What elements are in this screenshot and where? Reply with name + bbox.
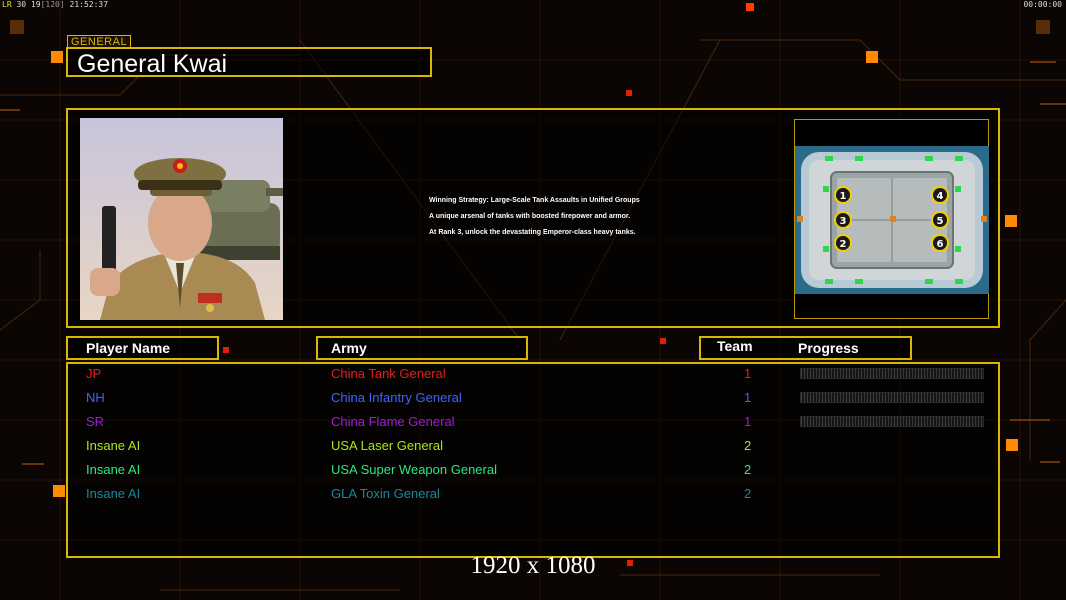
decor-square — [223, 347, 229, 353]
frame-value: 19 — [30, 0, 41, 9]
player-name-header: Player Name — [66, 336, 219, 360]
player-team: 2 — [744, 486, 752, 501]
general-name: General Kwai — [66, 47, 432, 78]
fps-value: 30 — [16, 0, 27, 9]
player-name: SR — [86, 414, 105, 429]
player-team: 2 — [744, 462, 752, 477]
player-army: China Infantry General — [331, 390, 462, 405]
svg-text:5: 5 — [937, 216, 944, 227]
team-header-label: Team — [717, 338, 753, 354]
army-header-label: Army — [331, 340, 367, 356]
player-team: 1 — [744, 390, 752, 405]
player-army: USA Laser General — [331, 438, 444, 453]
player-army: China Tank General — [331, 366, 446, 381]
strategy-line: Winning Strategy: Large-Scale Tank Assau… — [429, 197, 640, 204]
decor-square — [660, 338, 666, 344]
game-timer: 00:00:00 — [1023, 0, 1062, 9]
player-name: Insane AI — [86, 462, 141, 477]
decor-square — [1005, 215, 1017, 227]
player-team: 1 — [744, 366, 752, 381]
player-name-header-label: Player Name — [86, 340, 171, 356]
player-team: 1 — [744, 414, 752, 429]
player-row[interactable]: Insane AI GLA Toxin General 2 — [0, 486, 1066, 506]
svg-text:4: 4 — [937, 191, 944, 202]
strategy-line: At Rank 3, unlock the devastating Empero… — [429, 229, 636, 236]
player-row[interactable]: SR China Flame General 1 — [0, 414, 1066, 434]
loading-progress-bar — [800, 368, 984, 379]
player-army: USA Super Weapon General — [331, 462, 497, 477]
start-slot-6: 6 — [931, 234, 949, 252]
player-row[interactable]: NH China Infantry General 1 — [0, 390, 1066, 410]
player-team: 2 — [744, 438, 752, 453]
general-portrait — [80, 118, 283, 320]
player-row[interactable]: Insane AI USA Laser General 2 — [0, 438, 1066, 458]
decor-square — [746, 3, 754, 11]
svg-text:6: 6 — [937, 239, 944, 250]
resolution-label: 1920 x 1080 — [470, 552, 596, 579]
progress-header-label: Progress — [798, 340, 859, 356]
player-name: JP — [86, 366, 102, 381]
loading-progress-bar — [800, 392, 984, 403]
player-name: NH — [86, 390, 105, 405]
svg-text:1: 1 — [840, 191, 847, 202]
army-header: Army — [316, 336, 528, 360]
player-row[interactable]: JP China Tank General 1 — [0, 366, 1066, 386]
player-row[interactable]: Insane AI USA Super Weapon General 2 — [0, 462, 1066, 482]
svg-text:2: 2 — [840, 239, 847, 250]
loading-progress-bar — [800, 416, 984, 427]
player-army: GLA Toxin General — [331, 486, 440, 501]
strategy-description: Winning Strategy: Large-Scale Tank Assau… — [429, 197, 640, 245]
start-slot-5: 5 — [931, 211, 949, 229]
clock: 21:52:37 — [69, 0, 109, 9]
team-progress-header: Team Progress — [699, 336, 912, 360]
decor-square — [626, 90, 632, 96]
frame-max: [120] — [40, 0, 65, 9]
start-slot-3: 3 — [834, 211, 852, 229]
svg-text:3: 3 — [840, 216, 847, 227]
player-name: Insane AI — [86, 438, 141, 453]
start-slot-4: 4 — [931, 186, 949, 204]
player-name: Insane AI — [86, 486, 141, 501]
player-army: China Flame General — [331, 414, 455, 429]
decor-square — [51, 51, 63, 63]
start-slot-2: 2 — [834, 234, 852, 252]
decor-square — [866, 51, 878, 63]
strategy-line: A unique arsenal of tanks with boosted f… — [429, 213, 631, 220]
debug-status-bar: LR 30 19[120] 21:52:37 — [2, 0, 108, 9]
fps-label: LR — [2, 0, 12, 9]
start-slot-1: 1 — [834, 186, 852, 204]
map-preview: 1 3 2 4 5 6 — [795, 146, 989, 294]
